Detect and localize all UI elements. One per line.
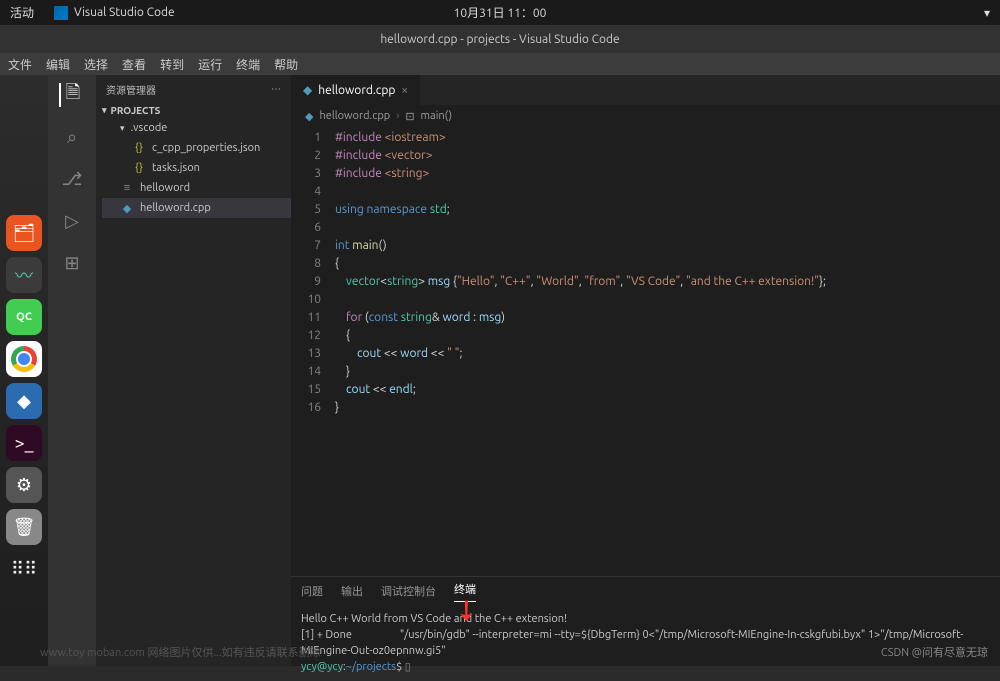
- sidebar: 资源管理器 ⋯ ▾ PROJECTS ▾ .vscode {} c_cpp_prope…: [96, 75, 291, 666]
- editor-tabs: ◆ helloword.cpp ×: [291, 75, 1000, 105]
- gnome-top-bar: 活动 Visual Studio Code 10月31日 11：00 ▾: [0, 0, 1000, 25]
- sidebar-section-title[interactable]: ▾ PROJECTS: [96, 103, 291, 118]
- breadcrumb-file[interactable]: helloword.cpp: [319, 110, 390, 122]
- breadcrumb[interactable]: ◆ helloword.cpp › ⊡ main(): [291, 105, 1000, 127]
- menu-item[interactable]: 文件: [8, 56, 32, 73]
- cpp-icon: ◆: [303, 83, 312, 97]
- tree-item-label: helloword: [140, 182, 190, 194]
- activities-button[interactable]: 活动: [10, 4, 34, 21]
- clock[interactable]: 10月31日 11：00: [454, 4, 547, 21]
- window-title: helloword.cpp - projects - Visual Studio…: [380, 33, 619, 46]
- dock-monitor-icon[interactable]: 〰: [6, 257, 42, 293]
- bottom-watermark: www.toy moban.com 网络图片仅供...如有违反请联系删除: [40, 644, 321, 660]
- source-control-icon[interactable]: ⎇: [60, 167, 84, 191]
- menu-item[interactable]: 查看: [122, 56, 146, 73]
- app-indicator: Visual Studio Code: [54, 6, 175, 20]
- tree-item-label: helloword.cpp: [140, 202, 211, 214]
- menu-bar: 文件编辑选择查看转到运行终端帮助: [0, 53, 1000, 75]
- menu-item[interactable]: 帮助: [274, 56, 298, 73]
- system-tray[interactable]: ▾: [984, 6, 990, 20]
- sidebar-title: 资源管理器: [106, 82, 156, 97]
- line-gutter: 12345678910111213141516: [291, 129, 335, 576]
- tree-item-label: .vscode: [131, 122, 168, 134]
- debug-icon[interactable]: ▷: [60, 209, 84, 233]
- explorer-icon[interactable]: 🗎: [59, 83, 83, 107]
- menu-item[interactable]: 运行: [198, 56, 222, 73]
- terminal-output[interactable]: Hello C++ World from VS Code and the C++…: [291, 605, 1000, 681]
- dock-chrome-icon[interactable]: [6, 341, 42, 377]
- dock-settings-icon[interactable]: ⚙: [6, 467, 42, 503]
- binary-icon: ≡: [120, 182, 134, 194]
- chevron-right-icon: ›: [396, 110, 399, 122]
- dock-vscode-icon[interactable]: ◆: [6, 383, 42, 419]
- cpp-icon: ◆: [120, 202, 134, 215]
- tree-item[interactable]: {} c_cpp_properties.json: [102, 138, 291, 158]
- tree-item[interactable]: ▾ .vscode: [102, 118, 291, 138]
- sidebar-more-icon[interactable]: ⋯: [271, 83, 281, 95]
- tree-item-label: tasks.json: [152, 162, 200, 174]
- activity-bar: 🗎 ⌕ ⎇ ▷ ⊞: [48, 75, 96, 666]
- tree-item[interactable]: ≡ helloword: [102, 178, 291, 198]
- panel-tab[interactable]: 终端: [454, 581, 476, 602]
- menu-item[interactable]: 终端: [236, 56, 260, 73]
- json-icon: {}: [132, 142, 146, 154]
- json-icon: {}: [132, 162, 146, 174]
- tree-item[interactable]: ◆ helloword.cpp: [102, 198, 291, 218]
- dock-qt-icon[interactable]: QC: [6, 299, 42, 335]
- terminal-prompt[interactable]: ycy@ycy:~/projects$ ▯: [301, 659, 990, 675]
- tree-item[interactable]: {} tasks.json: [102, 158, 291, 178]
- tree-item-label: c_cpp_properties.json: [152, 142, 260, 154]
- panel-tabs: 问题 输出 调试控制台 终端: [291, 577, 1000, 605]
- menu-item[interactable]: 选择: [84, 56, 108, 73]
- close-icon[interactable]: ×: [401, 84, 408, 97]
- menu-item[interactable]: 编辑: [46, 56, 70, 73]
- app-name-label: Visual Studio Code: [74, 6, 175, 19]
- dock-terminal-icon[interactable]: >_: [6, 425, 42, 461]
- ubuntu-dock: 🗂 〰 QC ◆ >_ ⚙ 🗑 ⠿⠿: [0, 75, 48, 666]
- symbol-icon: ⊡: [405, 110, 414, 123]
- extensions-icon[interactable]: ⊞: [60, 251, 84, 275]
- terminal-line: Hello C++ World from VS Code and the C++…: [301, 611, 990, 627]
- sidebar-header: 资源管理器 ⋯: [96, 75, 291, 103]
- vscode-icon: [54, 6, 68, 20]
- chevron-down-icon: ▾: [120, 123, 125, 134]
- code-editor[interactable]: 12345678910111213141516 #include <iostre…: [291, 127, 1000, 576]
- search-icon[interactable]: ⌕: [60, 125, 84, 149]
- code-content[interactable]: #include <iostream>#include <vector>#inc…: [335, 129, 1000, 576]
- cpp-icon: ◆: [305, 110, 313, 123]
- panel-tab[interactable]: 输出: [341, 583, 363, 599]
- dock-apps-icon[interactable]: ⠿⠿: [6, 551, 42, 587]
- editor-area: ◆ helloword.cpp × ◆ helloword.cpp › ⊡ ma…: [291, 75, 1000, 666]
- watermark: CSDN @问有尽意无琼: [881, 644, 988, 660]
- tab-helloword[interactable]: ◆ helloword.cpp ×: [291, 75, 421, 105]
- dock-files-icon[interactable]: 🗂: [6, 215, 42, 251]
- menu-item[interactable]: 转到: [160, 56, 184, 73]
- tab-label: helloword.cpp: [318, 84, 395, 97]
- breadcrumb-symbol[interactable]: main(): [421, 110, 453, 122]
- network-icon[interactable]: ▾: [984, 6, 990, 20]
- file-tree: ▾ .vscode {} c_cpp_properties.json {} tasks.j…: [96, 118, 291, 218]
- window-title-bar: helloword.cpp - projects - Visual Studio…: [0, 25, 1000, 53]
- chevron-down-icon: ▾: [102, 105, 107, 116]
- panel-tab[interactable]: 问题: [301, 583, 323, 599]
- panel-tab[interactable]: 调试控制台: [381, 583, 436, 599]
- dock-trash-icon[interactable]: 🗑: [6, 509, 42, 545]
